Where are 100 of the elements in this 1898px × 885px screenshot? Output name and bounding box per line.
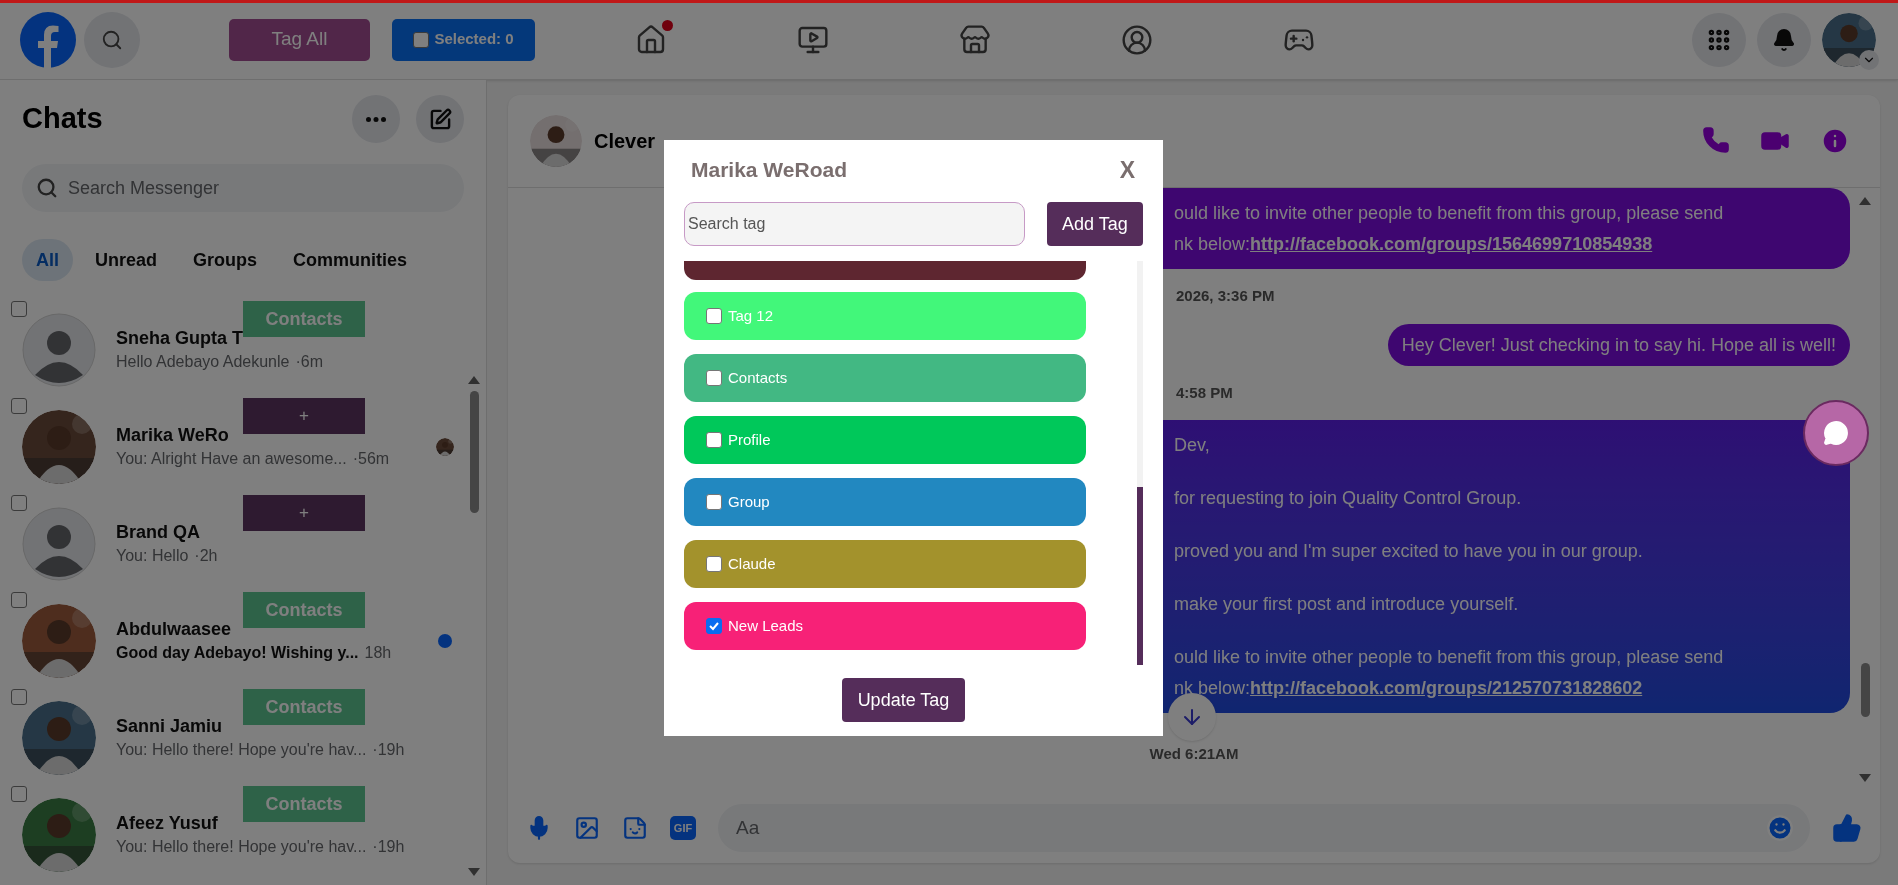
message-time: 18h	[364, 642, 392, 663]
chat-name: Brand QA	[116, 520, 201, 544]
tag-checkbox[interactable]	[706, 618, 722, 634]
add-tag-button[interactable]: +	[243, 495, 365, 531]
avatar-placeholder-icon	[22, 312, 96, 387]
message-input[interactable]: Aa	[718, 804, 1810, 852]
tag-checkbox[interactable]	[706, 308, 722, 324]
tag-option[interactable]: Profile	[684, 416, 1087, 464]
timestamp: Wed 6:21AM	[1149, 743, 1239, 764]
avatar-placeholder-icon	[22, 506, 96, 581]
tag-option[interactable]: Claude	[684, 540, 1087, 588]
message-text: ould like to invite other people to benefit from this group, please send	[1174, 646, 1725, 668]
message-preview: You: Hello there! Hope you're hav...	[116, 836, 367, 857]
chat-checkbox[interactable]	[11, 495, 27, 511]
sticker-icon[interactable]	[622, 815, 648, 841]
message-text: Dev,	[1174, 434, 1211, 456]
info-icon[interactable]	[1820, 126, 1850, 156]
search-tag-field[interactable]: Search tag	[684, 202, 1025, 246]
select-checkbox[interactable]	[413, 31, 430, 48]
compose-icon	[428, 107, 452, 131]
dialog-title: Marika WeRoad	[691, 157, 847, 184]
chat-checkbox[interactable]	[11, 398, 27, 414]
chat-item[interactable]: + Marika WeRo You: Alright Have an awesome... ·56m	[0, 398, 461, 495]
scroll-up-icon[interactable]	[467, 375, 481, 385]
group-link[interactable]: http://facebook.com/groups/1564699710854938	[1250, 234, 1653, 254]
chat-item[interactable]: Contacts Sneha Gupta T Hello Adebayo Adekunle ·6m	[0, 301, 461, 398]
tag-checkbox[interactable]	[706, 432, 722, 448]
gif-button[interactable]: GIF	[670, 816, 696, 840]
people-circle-icon	[1121, 23, 1153, 56]
add-tag-button[interactable]: Add Tag	[1046, 202, 1143, 246]
filter-tab[interactable]: All	[22, 239, 73, 281]
contact-name: Clever	[594, 129, 656, 154]
filter-tab[interactable]: Unread	[81, 239, 172, 281]
tag-option[interactable]: Contacts	[684, 354, 1087, 402]
search-icon	[36, 177, 58, 199]
chat-checkbox[interactable]	[11, 301, 27, 317]
update-tag-button[interactable]: Update Tag	[842, 678, 965, 722]
image-icon[interactable]	[574, 815, 600, 841]
message-time: ·2h	[194, 545, 218, 566]
tag-checkbox[interactable]	[706, 494, 722, 510]
message-preview: Hello Adebayo Adekunle	[116, 351, 290, 372]
chat-name: Afeez Yusuf	[116, 811, 219, 835]
selected-toggle[interactable]: Selected: 0	[392, 18, 535, 61]
tag-checkbox[interactable]	[706, 556, 722, 572]
scroll-down-icon[interactable]	[1858, 773, 1872, 783]
ellipsis-icon	[366, 116, 386, 122]
scroll-down-button[interactable]	[1168, 693, 1216, 741]
chat-name: Abdulwaasee	[116, 617, 233, 641]
thumbs-up-icon[interactable]	[1832, 813, 1862, 843]
sidebar-title: Chats	[22, 101, 103, 137]
chat-name: Sneha Gupta T	[116, 326, 244, 350]
home-icon	[635, 23, 667, 56]
tag-name: Claude	[728, 553, 776, 574]
message-preview: You: Alright Have an awesome...	[116, 448, 347, 469]
message-text: nk below:http://facebook.com/groups/212570731828602	[1174, 677, 1644, 699]
message-text: proved you and I'm super excited to have you in our group.	[1174, 540, 1644, 562]
tag-name: Profile	[728, 429, 771, 450]
search-field[interactable]: Search Messenger	[22, 164, 464, 212]
chat-checkbox[interactable]	[11, 592, 27, 608]
tag-option[interactable]: New Leads	[684, 602, 1087, 650]
close-button[interactable]: X	[1119, 152, 1135, 188]
message-text: for requesting to join Quality Control Group.	[1174, 487, 1523, 509]
chat-name: Marika WeRo	[116, 423, 230, 447]
tag-name: Contacts	[728, 367, 788, 388]
tag-option[interactable]: Group	[684, 478, 1087, 526]
scrollbar-thumb[interactable]	[1137, 487, 1143, 665]
message-text: ould like to invite other people to benefit from this group, please send	[1174, 202, 1725, 224]
search-icon	[101, 28, 123, 51]
message-time: ·19h	[372, 739, 405, 760]
chat-item[interactable]: + Brand QA You: Hello ·2h	[0, 495, 461, 592]
tag-checkbox[interactable]	[706, 370, 722, 386]
add-tag-button[interactable]: +	[243, 398, 365, 434]
scrollbar-thumb[interactable]	[1860, 663, 1870, 717]
chat-item[interactable]: Contacts Afeez Yusuf You: Hello there! Hope you're hav... ·19h	[0, 786, 461, 883]
new-message-button[interactable]	[416, 95, 464, 143]
message-text: Hey Clever! Just checking in to say hi. Hope all is well!	[1401, 333, 1836, 356]
chat-item[interactable]: Contacts Abdulwaasee Good day Adebayo! Wishing y... 18h	[0, 592, 461, 689]
timestamp: 2026, 3:36 PM	[1176, 286, 1275, 306]
message-text: make your first post and introduce yourself.	[1174, 593, 1520, 615]
chat-item[interactable]: Contacts Sanni Jamiu You: Hello there! Hope you're hav... ·19h	[0, 689, 461, 786]
message-preview: You: Hello there! Hope you're hav...	[116, 739, 367, 760]
scroll-down-icon[interactable]	[467, 867, 481, 877]
message-preview: Good day Adebayo! Wishing y...	[116, 642, 359, 663]
chat-bubble-icon	[1823, 420, 1849, 446]
scrollbar-thumb[interactable]	[469, 391, 479, 513]
logo-icon[interactable]	[20, 11, 76, 68]
phone-icon[interactable]	[1702, 126, 1730, 154]
tag-all-button[interactable]: Tag All	[229, 18, 370, 61]
bell-icon	[1772, 27, 1796, 52]
filter-tab[interactable]: Groups	[179, 239, 272, 281]
tag-name: Tag 12	[728, 305, 774, 326]
group-link[interactable]: http://facebook.com/groups/212570731828602	[1250, 678, 1643, 698]
filter-tab[interactable]: Communities	[279, 239, 422, 281]
chat-checkbox[interactable]	[11, 786, 27, 802]
chat-checkbox[interactable]	[11, 689, 27, 705]
scroll-up-icon[interactable]	[1858, 196, 1872, 206]
more-button[interactable]	[352, 95, 400, 143]
chat-name: Sanni Jamiu	[116, 714, 224, 738]
message-time: ·6m	[295, 351, 324, 372]
message-text: nk below:http://facebook.com/groups/1564699710854938	[1174, 233, 1654, 255]
